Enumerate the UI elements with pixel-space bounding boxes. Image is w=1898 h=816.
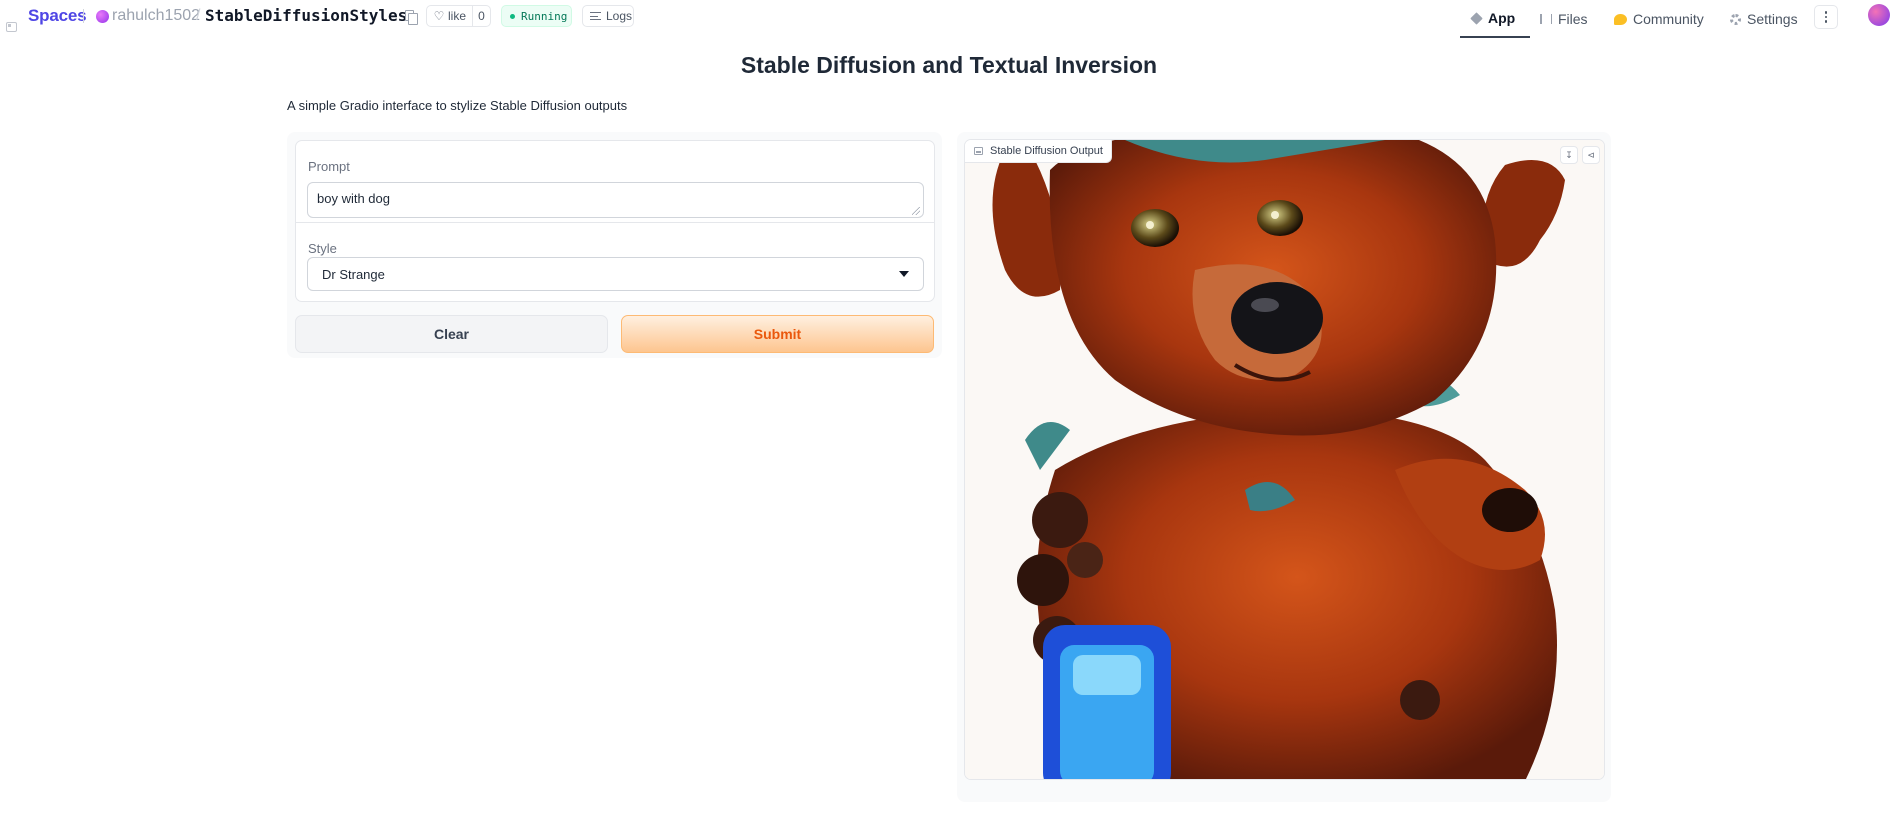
page-title: Stable Diffusion and Textual Inversion: [740, 52, 1158, 78]
owner-link[interactable]: rahulch1502: [112, 7, 200, 25]
more-options-button[interactable]: [1814, 5, 1838, 29]
owner-avatar[interactable]: [96, 10, 109, 23]
status-dot-icon: [510, 13, 515, 19]
status-badge[interactable]: Running: [501, 5, 572, 27]
tab-files-label: Files: [1558, 11, 1588, 27]
output-image-container: Stable Diffusion Output ↧ ⊲: [964, 139, 1605, 780]
files-icon: [1540, 14, 1552, 24]
sidebar-toggle-icon[interactable]: [6, 22, 17, 32]
output-label-text: Stable Diffusion Output: [990, 145, 1103, 157]
status-label: Running: [521, 9, 568, 23]
prompt-input[interactable]: [307, 182, 924, 218]
tab-files[interactable]: Files: [1540, 0, 1588, 38]
dot-icon: [1824, 15, 1828, 19]
spaces-logo-link[interactable]: Spaces: [28, 6, 87, 26]
heart-icon: ♡: [433, 9, 445, 23]
clear-button[interactable]: Clear: [295, 315, 608, 353]
share-button[interactable]: ⊲: [1582, 146, 1600, 164]
divider: [296, 222, 934, 223]
top-bar: Spaces rahulch1502 / StableDiffusionStyl…: [0, 0, 1898, 38]
dot-icon: [1824, 20, 1828, 23]
dot-icon: [1824, 11, 1828, 14]
caret-down-icon: [899, 271, 909, 277]
gear-icon: [1730, 13, 1741, 25]
community-icon: [1614, 13, 1627, 25]
share-icon: ⊲: [1587, 149, 1595, 160]
style-label: Style: [308, 241, 337, 256]
page-description: A simple Gradio interface to stylize Sta…: [287, 98, 628, 113]
resize-handle-icon[interactable]: [912, 207, 920, 215]
submit-button[interactable]: Submit: [621, 315, 934, 353]
tab-community-label: Community: [1633, 11, 1704, 27]
download-button[interactable]: ↧: [1560, 146, 1578, 164]
tab-settings[interactable]: Settings: [1730, 0, 1798, 38]
repo-name-link[interactable]: StableDiffusionStyles: [205, 6, 407, 25]
logs-label: Logs: [606, 9, 633, 23]
style-selected-value: Dr Strange: [322, 266, 385, 282]
tab-app[interactable]: App: [1460, 0, 1530, 38]
generated-image: [965, 140, 1604, 779]
copy-icon[interactable]: [405, 10, 418, 25]
tab-app-label: App: [1488, 10, 1516, 26]
output-panel: Stable Diffusion Output ↧ ⊲: [957, 132, 1611, 802]
like-button[interactable]: ♡ like 0: [426, 5, 491, 27]
image-icon: [974, 147, 983, 155]
tab-community[interactable]: Community: [1614, 0, 1704, 38]
output-label: Stable Diffusion Output: [965, 140, 1112, 163]
prompt-label: Prompt: [308, 159, 350, 174]
path-separator: /: [196, 7, 201, 24]
tab-settings-label: Settings: [1747, 11, 1798, 27]
like-count[interactable]: 0: [472, 6, 490, 26]
divider: [83, 9, 84, 23]
user-avatar[interactable]: [1868, 4, 1890, 26]
input-form: Prompt Style Dr Strange: [295, 140, 935, 302]
download-icon: ↧: [1565, 149, 1573, 160]
input-panel: Prompt Style Dr Strange Clear Submit: [287, 132, 942, 358]
app-icon: [1470, 11, 1483, 25]
like-label: like: [448, 9, 467, 23]
style-dropdown[interactable]: Dr Strange: [307, 257, 924, 291]
logs-button[interactable]: Logs: [582, 5, 634, 27]
logs-icon: [590, 12, 601, 20]
